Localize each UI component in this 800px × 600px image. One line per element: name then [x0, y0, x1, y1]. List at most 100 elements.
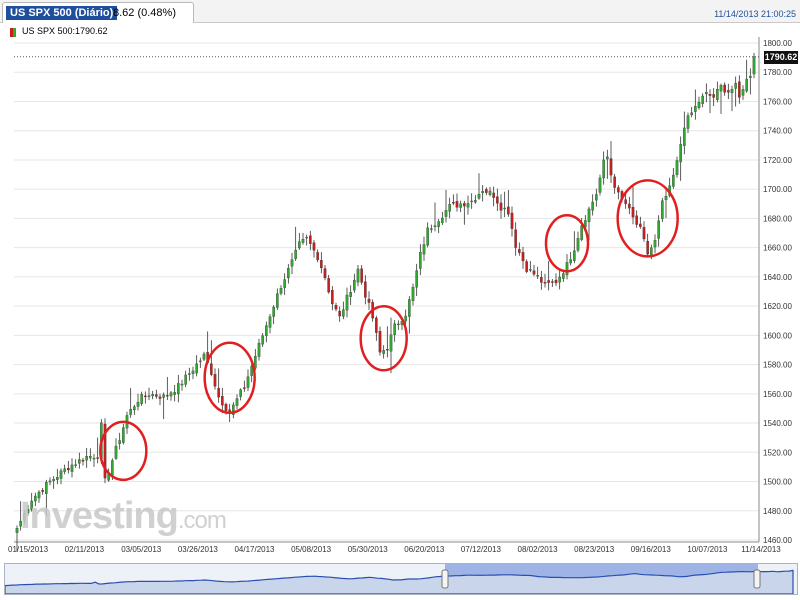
candle-body	[144, 395, 147, 398]
x-tick-label: 10/07/2013	[687, 545, 728, 554]
candle-body	[276, 293, 279, 308]
navigator-series[interactable]	[4, 564, 797, 595]
candle-body	[397, 323, 400, 326]
candle-body	[701, 95, 704, 104]
candle-body	[452, 202, 455, 204]
candle-body	[382, 350, 385, 354]
x-tick-label: 06/20/2013	[404, 545, 445, 554]
legend-label: US SPX 500:1790.62	[22, 26, 108, 36]
candle-body	[558, 276, 561, 283]
candle-body	[235, 398, 239, 406]
x-tick-label: 07/12/2013	[461, 545, 502, 554]
candle-body	[367, 298, 371, 303]
candle-body	[92, 457, 96, 460]
candle-body	[375, 317, 378, 333]
candle-body	[221, 396, 224, 406]
candle-body	[657, 220, 660, 239]
candle-body	[78, 459, 81, 464]
y-tick-label: 1460.00	[763, 536, 792, 545]
candle-body	[422, 244, 426, 255]
candle-body	[433, 225, 437, 228]
candle-body	[70, 464, 74, 472]
candle-body	[404, 315, 407, 322]
candle-body	[609, 158, 613, 176]
y-tick-label: 1560.00	[763, 390, 792, 399]
candle-body	[628, 203, 631, 209]
candle-body	[598, 177, 602, 193]
navigator-right-handle[interactable]	[753, 569, 761, 589]
candle-body	[642, 227, 646, 240]
candle-body	[122, 427, 125, 443]
timestamp: 11/14/2013 21:00:25	[714, 9, 796, 19]
y-tick-label: 1660.00	[763, 244, 792, 253]
y-tick-label: 1520.00	[763, 448, 792, 457]
candle-body	[345, 294, 349, 311]
candle-body	[210, 363, 213, 375]
last-price-tag: 1790.62	[764, 51, 798, 64]
candle-body	[334, 305, 338, 310]
candle-body	[697, 102, 701, 108]
candle-body	[712, 94, 715, 98]
y-tick-label: 1500.00	[763, 478, 792, 487]
candle-body	[734, 83, 737, 89]
candle-body	[316, 252, 319, 261]
y-tick-label: 1720.00	[763, 156, 792, 165]
candle-body	[551, 281, 554, 283]
candle-body	[532, 270, 536, 275]
chart-tab[interactable]: US SPX 500 (Diário) 8.62 (0.48%)	[2, 2, 194, 23]
candle-body	[741, 89, 745, 96]
candle-body	[140, 394, 143, 404]
candle-body	[173, 391, 176, 395]
candle-body	[474, 200, 477, 203]
candle-body	[525, 261, 528, 272]
candle-body	[492, 192, 495, 198]
candle-body	[169, 392, 173, 397]
candle-body	[386, 349, 389, 351]
candle-body	[573, 250, 576, 261]
candle-body	[239, 389, 242, 397]
candle-body	[411, 286, 415, 301]
candle-body	[89, 456, 92, 459]
candle-body	[496, 196, 499, 204]
candle-body	[52, 479, 55, 482]
candle-body	[294, 249, 297, 259]
candle-body	[705, 91, 708, 95]
symbol-label: US SPX 500 (Diário)	[6, 6, 118, 20]
y-tick-label: 1580.00	[763, 361, 792, 370]
candle-body	[151, 394, 154, 397]
y-tick-label: 1740.00	[763, 127, 792, 136]
candle-body	[353, 279, 356, 291]
candle-body	[455, 201, 459, 208]
candle-body	[195, 363, 198, 374]
candle-body	[63, 468, 66, 472]
candle-body	[635, 215, 638, 225]
candle-body	[257, 342, 261, 357]
change-value: 8.62 (0.48%)	[113, 7, 176, 19]
range-navigator[interactable]	[4, 563, 798, 595]
candle-body	[591, 201, 594, 211]
candle-body	[690, 112, 693, 116]
y-tick-label: 1760.00	[763, 97, 792, 106]
candle-body	[287, 267, 290, 279]
candle-body	[595, 194, 598, 201]
candle-body	[463, 203, 466, 207]
y-tick-label: 1780.00	[763, 68, 792, 77]
candle-body	[518, 249, 521, 253]
candle-body	[430, 228, 433, 230]
candle-body	[378, 331, 382, 353]
candlestick-chart[interactable]: 1460.00 1480.00 1500.00 1520.00 1540.00 1560.…	[0, 23, 800, 558]
candle-body	[129, 408, 132, 415]
candle-body	[290, 259, 294, 267]
candle-body	[723, 84, 726, 93]
candle-body	[547, 280, 550, 283]
candle-body	[488, 190, 492, 195]
candle-body	[521, 252, 525, 262]
navigator-left-handle[interactable]	[441, 569, 449, 589]
candle-body	[459, 203, 462, 208]
candle-body	[664, 196, 668, 201]
candle-body	[708, 94, 712, 96]
x-tick-label: 04/17/2013	[234, 545, 275, 554]
candle-body	[679, 144, 682, 163]
candle-body	[166, 395, 169, 397]
candle-body	[111, 460, 114, 476]
